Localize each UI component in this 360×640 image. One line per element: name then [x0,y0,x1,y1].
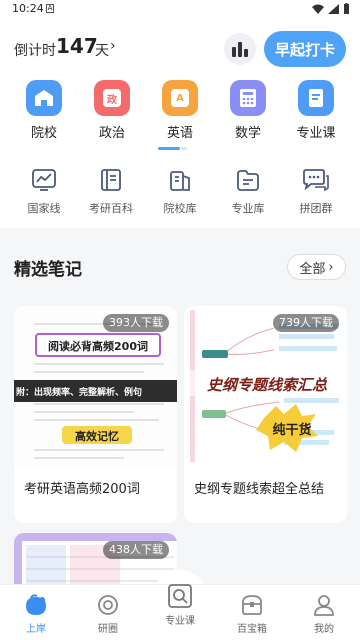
nav-label: 上岸 [26,624,46,635]
wifi-icon [312,4,324,14]
toolbox-icon [242,595,262,615]
calculator-icon [230,80,266,116]
nav-label: 我的 [314,624,334,635]
folder-icon [237,170,259,191]
note-card[interactable]: 阅读必背高频200词 附：出现频率、完整解析、例句 高效记忆 393人下载 考研… [14,306,177,523]
tool-group-chat[interactable]: 拼团群 [284,168,348,216]
tool-label: 国家线 [27,202,61,215]
tool-school-library[interactable]: 院校库 [148,168,212,216]
nav-circle[interactable]: 研圈 [78,593,138,635]
tool-label: 考研百科 [89,202,133,215]
circle-icon [98,595,118,615]
view-all-button[interactable]: 全部 › [287,254,346,280]
bar-chart-icon [232,42,248,57]
download-count-badge: 438人下载 [103,541,169,559]
chat-group-icon [303,169,329,192]
tool-label: 拼团群 [299,202,333,215]
tab-politics[interactable]: 政 政治 [82,80,142,141]
subject-tabs: 院校 政 政治 A 英语 数学 专业课 [0,78,360,152]
checkin-button[interactable]: 早起打卡 [264,31,346,67]
header: 倒计时 147 天 › 早起打卡 [0,18,360,78]
nav-home[interactable]: 上岸 [6,593,66,635]
school-library-icon [170,171,190,191]
view-all-label: 全部 [299,261,326,277]
note-card[interactable]: 史纲专题线索汇总 纯干货 739人下载 史纲专题线索超全总结 [184,306,347,523]
sim-icon: A [46,4,54,13]
nav-toolbox[interactable]: 百宝箱 [222,593,282,635]
politics-icon: 政 [94,80,130,116]
chart-line-icon [32,169,56,191]
school-icon [26,80,62,116]
tab-label: 专业课 [296,126,336,141]
tools-row: 国家线 考研百科 院校库 专业库 拼团群 [0,152,360,228]
english-icon: A [162,80,198,116]
encyclopedia-icon [101,169,121,191]
tool-major-library[interactable]: 专业库 [216,168,280,216]
download-count-badge: 739人下载 [273,314,339,332]
tool-label: 专业库 [231,202,265,215]
signal-icon [328,3,339,14]
countdown-days[interactable]: 147 [56,34,98,58]
nav-label: 百宝箱 [237,624,267,635]
tab-math[interactable]: 数学 [218,80,278,141]
nav-major[interactable]: 专业课 [150,583,210,627]
tab-label: 英语 [166,126,193,141]
nav-profile[interactable]: 我的 [294,593,354,635]
nav-label: 研圈 [98,624,118,635]
battery-icon [344,3,349,14]
tab-english[interactable]: A 英语 [150,80,210,141]
tool-national-line[interactable]: 国家线 [12,168,76,216]
status-time: 10:24 [12,2,44,15]
chevron-right-icon[interactable]: › [110,38,116,54]
tab-label: 政治 [98,126,125,141]
note-thumbnail: 阅读必背高频200词 附：出现频率、完整解析、例句 高效记忆 393人下载 [14,306,177,466]
nav-label: 专业课 [165,616,195,627]
thumb-heading: 阅读必背高频200词 [48,340,148,353]
home-icon [26,594,46,615]
tool-encyclopedia[interactable]: 考研百科 [79,168,143,216]
note-title: 考研英语高频200词 [24,482,140,497]
bottom-nav: 上岸 研圈 专业课 百宝箱 我的 [0,584,360,640]
status-bar: 10:24 A [0,0,360,18]
note-thumbnail: 史纲专题线索汇总 纯干货 739人下载 [184,306,347,466]
active-tab-indicator-tail [181,147,187,150]
chevron-right-icon: › [328,259,334,275]
tab-label: 院校 [30,126,57,141]
tab-major[interactable]: 专业课 [286,80,346,141]
profile-icon [314,595,334,616]
tool-label: 院校库 [163,202,197,215]
system-icons [312,3,350,14]
countdown-label: 倒计时 [14,43,56,59]
note-title: 史纲专题线索超全总结 [194,482,325,497]
countdown-unit: 天 [95,43,109,59]
download-count-badge: 393人下载 [103,314,169,332]
thumb-heading: 史纲专题线索汇总 [206,376,327,394]
thumb-footer: 高效记忆 [75,430,119,443]
thumb-banner: 附：出现频率、完整解析、例句 [16,388,143,398]
stats-button[interactable] [224,33,256,65]
tab-school[interactable]: 院校 [14,80,74,141]
active-tab-indicator [158,147,180,150]
tab-label: 数学 [234,126,261,141]
book-icon [298,80,334,116]
thumb-badge: 纯干货 [272,423,312,438]
search-book-icon [168,584,192,608]
notes-section-title: 精选笔记 [14,260,82,280]
